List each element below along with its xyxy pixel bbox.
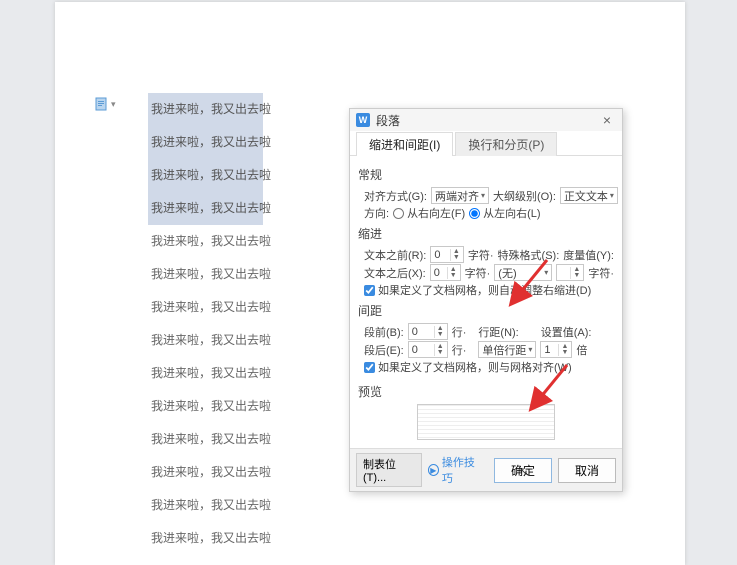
text-line[interactable]: 我进来啦，我又出去啦 — [148, 456, 263, 489]
section-indent: 缩进 — [358, 225, 614, 242]
tab-line-page-break[interactable]: 换行和分页(P) — [455, 132, 557, 156]
preview-box — [417, 404, 555, 440]
spin-after-text[interactable]: 0▲▼ — [430, 264, 461, 281]
label-special: 特殊格式(S): — [498, 247, 560, 263]
text-line[interactable]: 我进来啦，我又出去啦 — [148, 489, 263, 522]
label-space-after: 段后(E): — [364, 342, 404, 358]
label-after-text: 文本之后(X): — [364, 265, 426, 281]
combo-special[interactable]: (无)▾ — [494, 264, 552, 281]
paragraph-dialog: W 段落 × 缩进和间距(I) 换行和分页(P) 常规 对齐方式(G): 两端对… — [349, 108, 623, 492]
label-before-text: 文本之前(R): — [364, 247, 426, 263]
dialog-titlebar: W 段落 × — [350, 109, 622, 131]
dialog-footer: 制表位(T)... ▶ 操作技巧 确定 ↖ 取消 — [350, 448, 622, 491]
radio-ltr[interactable]: 从左向右(L) — [469, 205, 540, 221]
spin-setvalue[interactable]: 1▲▼ — [540, 341, 572, 358]
label-linespacing: 行距(N): — [478, 324, 518, 340]
label-space-before: 段前(B): — [364, 324, 404, 340]
text-line[interactable]: 我进来啦，我又出去啦 — [148, 390, 263, 423]
text-line[interactable]: 我进来啦，我又出去啦 — [148, 357, 263, 390]
dialog-tabbar: 缩进和间距(I) 换行和分页(P) — [350, 131, 622, 156]
chevron-down-icon: ▾ — [111, 99, 116, 110]
label-outline: 大纲级别(O): — [493, 188, 556, 204]
dialog-body: 常规 对齐方式(G): 两端对齐▾ 大纲级别(O): 正文文本▾ 方向: 从右向… — [350, 156, 622, 448]
spin-space-after[interactable]: 0▲▼ — [408, 341, 448, 358]
text-line[interactable]: 我进来啦，我又出去啦 — [148, 225, 263, 258]
section-preview: 预览 — [358, 383, 614, 400]
document-icon: ▾ — [95, 97, 116, 111]
text-line[interactable]: 我进来啦，我又出去啦 — [148, 192, 263, 225]
text-line[interactable]: 我进来啦，我又出去啦 — [148, 93, 263, 126]
spin-before-text[interactable]: 0▲▼ — [430, 246, 464, 263]
check-snap-grid[interactable]: 如果定义了文档网格，则与网格对齐(W) — [364, 359, 572, 375]
text-line[interactable]: 我进来啦，我又出去啦 — [148, 423, 263, 456]
close-icon[interactable]: × — [598, 112, 616, 128]
check-auto-indent[interactable]: 如果定义了文档网格，则自动调整右缩进(D) — [364, 282, 591, 298]
text-line[interactable]: 我进来啦，我又出去啦 — [148, 258, 263, 291]
radio-rtl[interactable]: 从右向左(F) — [393, 205, 465, 221]
label-alignment: 对齐方式(G): — [364, 188, 427, 204]
text-line[interactable]: 我进来啦，我又出去啦 — [148, 159, 263, 192]
document-text-block[interactable]: 我进来啦，我又出去啦我进来啦，我又出去啦我进来啦，我又出去啦我进来啦，我又出去啦… — [148, 93, 263, 555]
spin-space-before[interactable]: 0▲▼ — [408, 323, 448, 340]
tab-indent-spacing[interactable]: 缩进和间距(I) — [356, 132, 453, 156]
text-line[interactable]: 我进来啦，我又出去啦 — [148, 324, 263, 357]
dialog-title: 段落 — [376, 112, 400, 129]
info-icon: ▶ — [428, 464, 439, 476]
text-line[interactable]: 我进来啦，我又出去啦 — [148, 126, 263, 159]
label-direction: 方向: — [364, 205, 389, 221]
text-line[interactable]: 我进来啦，我又出去啦 — [148, 522, 263, 555]
cursor-icon: ↖ — [519, 465, 528, 478]
ok-button[interactable]: 确定 ↖ — [494, 458, 552, 483]
combo-alignment[interactable]: 两端对齐▾ — [431, 187, 489, 204]
combo-outline[interactable]: 正文文本▾ — [560, 187, 618, 204]
combo-linespacing[interactable]: 单倍行距▾ — [478, 341, 536, 358]
spin-measure[interactable]: ▲▼ — [556, 264, 584, 281]
label-setvalue: 设置值(A): — [541, 324, 592, 340]
tabstops-button[interactable]: 制表位(T)... — [356, 453, 422, 487]
tips-link[interactable]: ▶ 操作技巧 — [428, 454, 482, 486]
section-general: 常规 — [358, 166, 614, 183]
text-line[interactable]: 我进来啦，我又出去啦 — [148, 291, 263, 324]
label-measure: 度量值(Y): — [563, 247, 614, 263]
cancel-button[interactable]: 取消 — [558, 458, 616, 483]
app-icon: W — [356, 113, 370, 127]
section-spacing: 间距 — [358, 302, 614, 319]
